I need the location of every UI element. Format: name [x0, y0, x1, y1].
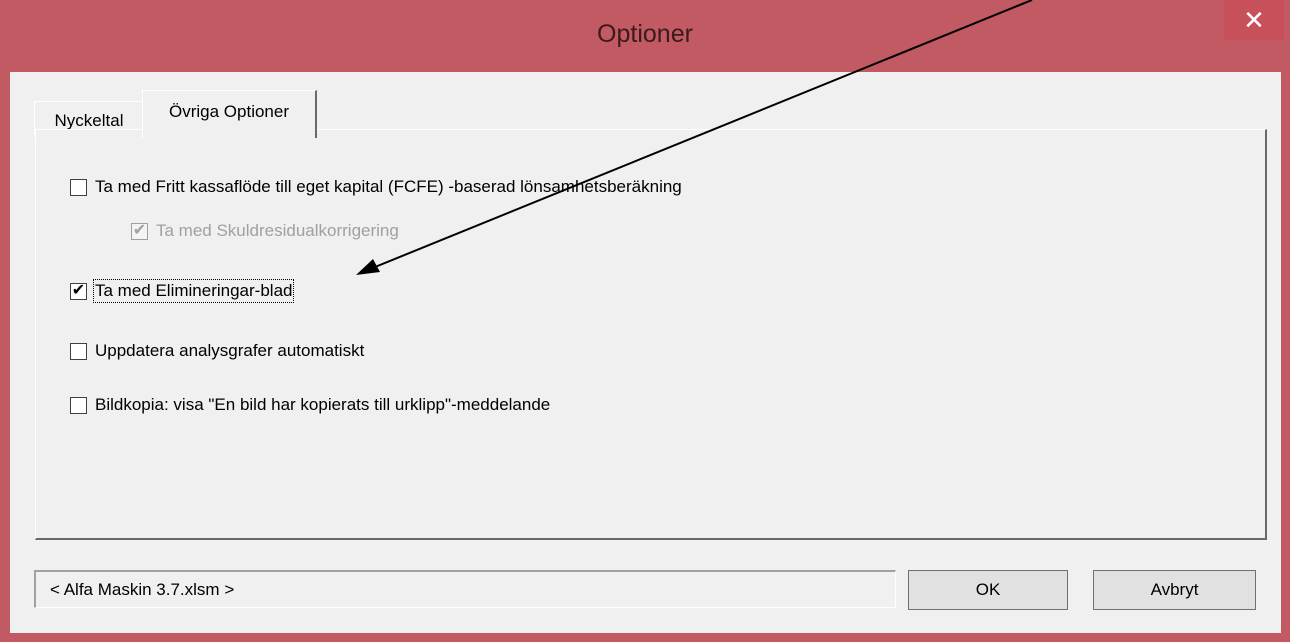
ok-button[interactable]: OK [908, 570, 1068, 610]
tab-ovriga-optioner[interactable]: Övriga Optioner [142, 90, 317, 138]
option-skuldresidual-label: Ta med Skuldresidualkorrigering [156, 221, 399, 240]
checkmark-icon: ✔ [71, 282, 86, 299]
window-title: Optioner [597, 20, 693, 48]
options-dialog: Optioner ✕ Nyckeltal Övriga Optioner Ta … [0, 0, 1290, 642]
option-elimineringar[interactable]: ✔ Ta med Elimineringar-blad [70, 279, 295, 303]
tab-panel: Ta med Fritt kassaflöde till eget kapita… [35, 129, 1267, 540]
close-icon: ✕ [1243, 5, 1265, 35]
dialog-client-area: Nyckeltal Övriga Optioner Ta med Fritt k… [10, 72, 1281, 633]
status-field: < Alfa Maskin 3.7.xlsm > [34, 570, 896, 608]
checkbox-fcfe[interactable] [70, 178, 87, 196]
checkbox-bildkopia[interactable] [70, 396, 87, 414]
option-uppdatera-grafer-label: Uppdatera analysgrafer automatiskt [95, 341, 365, 360]
checkbox-elimineringar[interactable]: ✔ [70, 282, 87, 300]
option-bildkopia-label: Bildkopia: visa "En bild har kopierats t… [95, 395, 551, 414]
option-bildkopia[interactable]: Bildkopia: visa "En bild har kopierats t… [70, 395, 550, 415]
option-uppdatera-grafer[interactable]: Uppdatera analysgrafer automatiskt [70, 341, 364, 361]
option-fcfe[interactable]: Ta med Fritt kassaflöde till eget kapita… [70, 177, 682, 197]
close-button[interactable]: ✕ [1224, 0, 1284, 40]
checkbox-uppdatera-grafer[interactable] [70, 342, 87, 360]
checkbox-skuldresidual: ✔ [131, 222, 148, 240]
title-bar[interactable]: Optioner ✕ [0, 0, 1290, 72]
cancel-button[interactable]: Avbryt [1093, 570, 1256, 610]
checkmark-icon: ✔ [132, 222, 147, 239]
option-elimineringar-label: Ta med Elimineringar-blad [92, 279, 295, 303]
option-skuldresidual: ✔ Ta med Skuldresidualkorrigering [131, 221, 399, 241]
option-fcfe-label: Ta med Fritt kassaflöde till eget kapita… [95, 177, 682, 196]
